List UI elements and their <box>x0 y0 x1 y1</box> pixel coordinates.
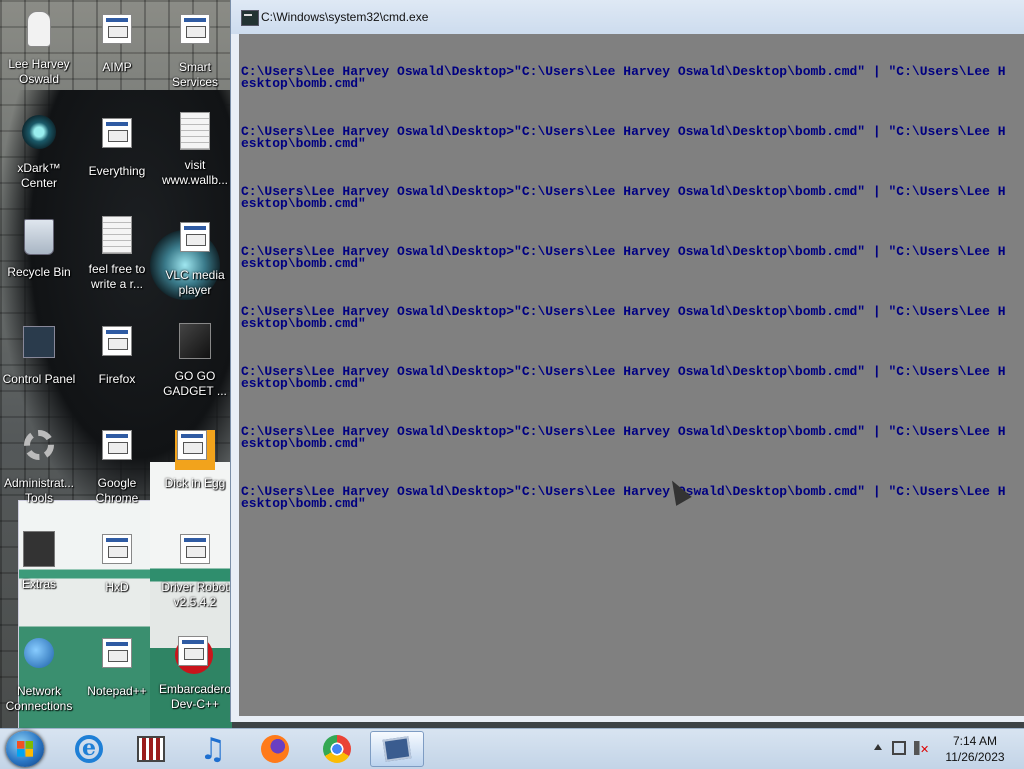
desktop-icon-control-panel[interactable]: Control Panel <box>0 320 78 387</box>
desktop-icon-label: VLC media player <box>165 268 225 297</box>
desktop-icon-network-connections[interactable]: Network Connections <box>0 632 78 714</box>
gadget-icon <box>175 323 215 363</box>
desktop-icon-embarcadero[interactable]: Embarcadero Dev-C++ <box>156 632 234 712</box>
film-icon <box>137 736 165 762</box>
show-hidden-icons-arrow-icon[interactable] <box>874 744 882 750</box>
hxd-icon <box>97 534 137 574</box>
console-line: C:\Users\Lee Harvey Oswald\Desktop>"C:\U… <box>241 484 1006 511</box>
chrome-icon <box>97 430 137 470</box>
desktop-icon-recycle-bin[interactable]: Recycle Bin <box>0 216 78 280</box>
desktop-icon-label: Dick in Egg <box>164 476 226 490</box>
driver-robot-icon <box>175 534 215 574</box>
music-note-icon: ♫ <box>199 731 227 767</box>
desktop-icon-label: Extras <box>21 577 56 591</box>
system-tray: 7:14 AM 11/26/2023 <box>864 729 1024 769</box>
control-panel-icon <box>19 326 59 366</box>
text-document-icon <box>97 216 137 256</box>
ie-icon: e <box>75 735 103 763</box>
desktop-icon-label: Google Chrome <box>95 476 139 505</box>
smart-services-icon <box>175 14 215 54</box>
windows-logo-icon <box>17 741 33 757</box>
desktop-icon-label: Notepad++ <box>87 684 147 698</box>
console-line: C:\Users\Lee Harvey Oswald\Desktop>"C:\U… <box>241 244 1006 271</box>
desktop-icon-visit-wallb[interactable]: visit www.wallb... <box>156 112 234 188</box>
taskbar: e ♫ 7:14 AM 11/26/2023 <box>0 728 1024 769</box>
desktop-icon-smart-services[interactable]: Smart Services <box>156 8 234 90</box>
desktop-icon-label: Administrat... Tools <box>3 476 75 505</box>
desktop-icon-driver-robot[interactable]: Driver Robot v2.5.4.2 <box>156 528 234 610</box>
cmd-icon <box>241 10 259 26</box>
taskbar-cmd[interactable] <box>370 731 424 767</box>
notepad-pp-icon <box>97 638 137 678</box>
taskbar-chrome[interactable] <box>310 731 364 767</box>
desktop-icon-admin-tools[interactable]: Administrat... Tools <box>0 424 78 506</box>
taskbar-firefox[interactable] <box>248 731 302 767</box>
console-line: C:\Users\Lee Harvey Oswald\Desktop>"C:\U… <box>241 64 1006 91</box>
desktop-icon-xdark-center[interactable]: xDark™ Center <box>0 112 78 191</box>
desktop-icon-dick-in-egg[interactable]: Dick in Egg <box>156 424 234 491</box>
desktop-icon-lee-harvey-oswald[interactable]: Lee Harvey Oswald <box>0 8 78 87</box>
recycle-bin-icon <box>19 219 59 259</box>
text-document-icon <box>175 112 215 152</box>
desktop-icon-go-go-gadget[interactable]: GO GO GADGET ... <box>156 320 234 399</box>
desktop-icon-label: Network Connections <box>5 684 73 713</box>
chrome-icon <box>323 735 351 763</box>
aimp-icon <box>97 14 137 54</box>
console-line: C:\Users\Lee Harvey Oswald\Desktop>"C:\U… <box>241 364 1006 391</box>
desktop-icon-extras[interactable]: Extras <box>0 528 78 592</box>
vlc-icon <box>175 222 215 262</box>
everything-icon <box>97 118 137 158</box>
xdark-icon <box>19 115 59 155</box>
desktop-icon-label: visit www.wallb... <box>161 158 229 187</box>
volume-muted-icon[interactable] <box>914 741 929 756</box>
network-status-icon[interactable] <box>892 741 906 755</box>
desktop-icon-hxd[interactable]: HxD <box>78 528 156 595</box>
console-line: C:\Users\Lee Harvey Oswald\Desktop>"C:\U… <box>241 124 1006 151</box>
desktop-icon-everything[interactable]: Everything <box>78 112 156 179</box>
console-line: C:\Users\Lee Harvey Oswald\Desktop>"C:\U… <box>241 184 1006 211</box>
cmd-icon <box>382 736 412 762</box>
desktop-icon-label: AIMP <box>102 60 132 74</box>
firefox-icon <box>97 326 137 366</box>
gear-icon <box>19 430 59 470</box>
title-bar[interactable]: C:\Windows\system32\cmd.exe <box>231 0 1024 34</box>
taskbar-aimp[interactable]: ♫ <box>186 731 240 767</box>
desktop-icon-label: Lee Harvey Oswald <box>8 57 70 86</box>
user-folder-icon <box>19 11 59 51</box>
clock-date: 11/26/2023 <box>945 750 1005 764</box>
taskbar-media-player[interactable] <box>124 731 178 767</box>
clock[interactable]: 7:14 AM 11/26/2023 <box>934 733 1016 765</box>
firefox-icon <box>261 735 289 763</box>
cmd-window[interactable]: C:\Windows\system32\cmd.exe C:\Users\Lee… <box>230 0 1024 722</box>
desktop-icon-notepad-pp[interactable]: Notepad++ <box>78 632 156 699</box>
desktop-icon-label: Driver Robot v2.5.4.2 <box>161 580 229 609</box>
desktop-icon-label: Everything <box>88 164 146 178</box>
desktop-icon-firefox[interactable]: Firefox <box>78 320 156 387</box>
desktop-icon-google-chrome[interactable]: Google Chrome <box>78 424 156 506</box>
desktop-icon-label: Smart Services <box>171 60 218 89</box>
desktop-icon-label: Embarcadero Dev-C++ <box>158 682 232 711</box>
desktop-icon-label: Firefox <box>98 372 136 386</box>
desktop-icon-label: GO GO GADGET ... <box>163 369 227 398</box>
taskbar-internet-explorer[interactable]: e <box>62 731 116 767</box>
network-icon <box>19 638 59 678</box>
desktop-icon-feel-free[interactable]: feel free to write a r... <box>78 216 156 292</box>
dick-in-egg-icon <box>175 430 215 470</box>
desktop-icon-vlc[interactable]: VLC media player <box>156 216 234 298</box>
desktop-icon-label: HxD <box>105 580 129 594</box>
desktop-icon-label: Control Panel <box>2 372 76 386</box>
desktop-icon-label: Recycle Bin <box>7 265 71 279</box>
extras-folder-icon <box>19 531 59 571</box>
start-button[interactable] <box>6 731 44 767</box>
console-output[interactable]: C:\Users\Lee Harvey Oswald\Desktop>"C:\U… <box>239 34 1024 716</box>
window-title: C:\Windows\system32\cmd.exe <box>261 10 429 24</box>
desktop-icon-label: xDark™ Center <box>17 161 61 190</box>
console-line: C:\Users\Lee Harvey Oswald\Desktop>"C:\U… <box>241 424 1006 451</box>
desktop-icon-aimp[interactable]: AIMP <box>78 8 156 75</box>
console-line: C:\Users\Lee Harvey Oswald\Desktop>"C:\U… <box>241 304 1006 331</box>
clock-time: 7:14 AM <box>952 734 998 748</box>
embarcadero-icon <box>175 636 215 676</box>
desktop-icon-label: feel free to write a r... <box>88 262 146 291</box>
